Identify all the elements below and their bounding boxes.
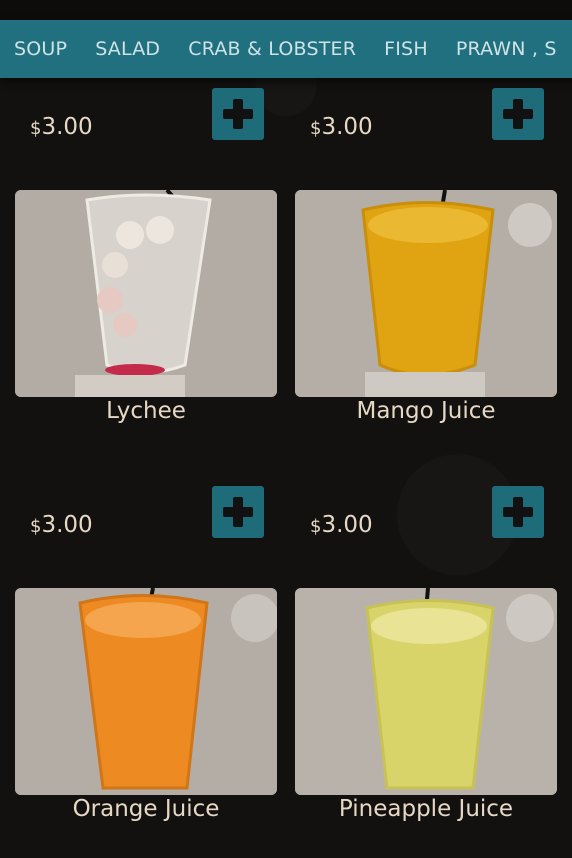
currency-symbol: $ [310,118,322,139]
category-bar[interactable]: SOUP SALAD CRAB & LOBSTER FISH PRAWN , S [0,20,572,78]
orange-juice-illustration [15,588,277,795]
price-value: 3.00 [41,512,93,538]
price-value: 3.00 [321,512,373,538]
product-name: Lychee [106,398,186,424]
currency-symbol: $ [30,516,42,537]
plus-icon [223,497,253,527]
price-value: 3.00 [321,114,373,140]
add-to-cart-button[interactable] [212,486,264,538]
product-card: $3.00 Orange Juice [15,476,277,846]
currency-symbol: $ [30,118,42,139]
mango-juice-illustration [295,190,557,397]
product-card: $3.00 Mango Juice [295,78,557,448]
currency-symbol: $ [310,516,322,537]
product-card: $3.00 Lychee [15,78,277,448]
top-strip [0,0,572,20]
lychee-glass-illustration [15,190,277,397]
pineapple-juice-illustration [295,588,557,795]
product-price: $3.00 [310,512,373,538]
plus-icon [503,99,533,129]
plus-icon [223,99,253,129]
add-to-cart-button[interactable] [492,486,544,538]
product-photo[interactable] [15,588,277,795]
product-price: $3.00 [30,114,93,140]
product-photo[interactable] [295,588,557,795]
category-salad[interactable]: SALAD [81,38,174,60]
product-price: $3.00 [310,114,373,140]
category-prawn[interactable]: PRAWN , S [442,38,571,60]
product-name: Orange Juice [72,796,220,822]
product-photo[interactable] [15,190,277,397]
product-card: $3.00 Pineapple Juice [295,476,557,846]
category-soup[interactable]: SOUP [0,38,81,60]
product-name: Mango Juice [356,398,496,424]
add-to-cart-button[interactable] [492,88,544,140]
price-value: 3.00 [41,114,93,140]
add-to-cart-button[interactable] [212,88,264,140]
plus-icon [503,497,533,527]
category-crab-lobster[interactable]: CRAB & LOBSTER [174,38,370,60]
product-price: $3.00 [30,512,93,538]
category-fish[interactable]: FISH [370,38,442,60]
product-name: Pineapple Juice [338,796,514,822]
product-photo[interactable] [295,190,557,397]
